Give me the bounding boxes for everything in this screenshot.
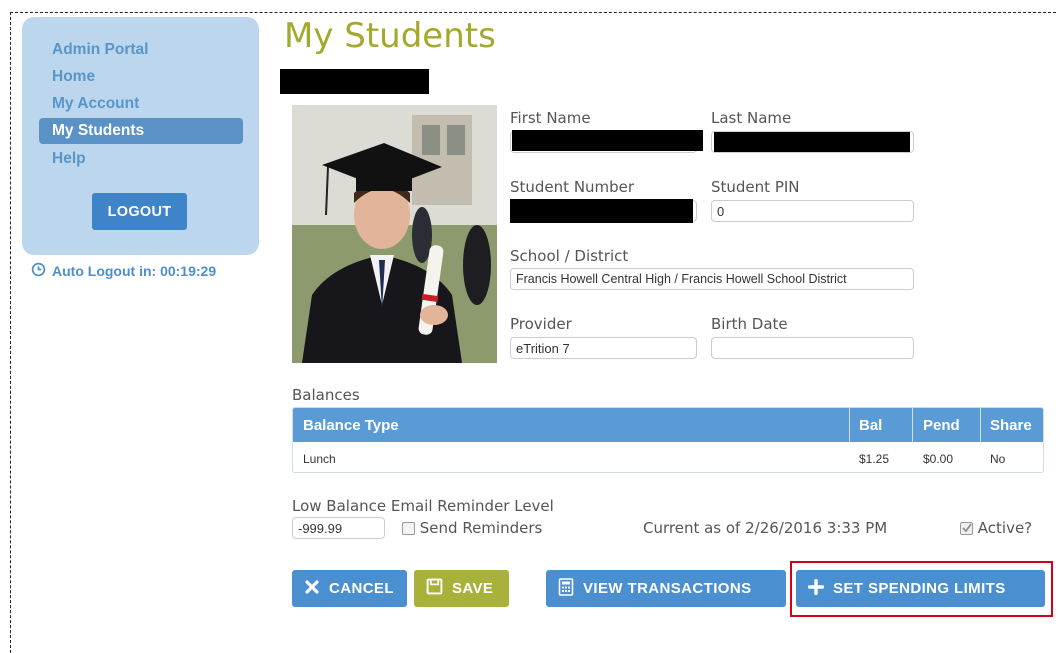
send-reminders-label: Send Reminders xyxy=(419,519,543,537)
student-number-label: Student Number xyxy=(510,178,635,196)
sidebar: Admin Portal Home My Account My Students… xyxy=(22,17,259,255)
sidebar-item-my-students[interactable]: My Students xyxy=(39,118,243,144)
school-district-field[interactable]: Francis Howell Central High / Francis Ho… xyxy=(510,268,914,290)
save-label: SAVE xyxy=(452,580,494,597)
student-pin-label: Student PIN xyxy=(711,178,800,196)
sidebar-item-help[interactable]: Help xyxy=(52,150,86,168)
calculator-icon xyxy=(558,577,574,600)
current-as-of-text: Current as of 2/26/2016 3:33 PM xyxy=(643,519,888,537)
page-title: My Students xyxy=(284,16,496,56)
save-icon xyxy=(426,578,443,599)
column-header-bal: Bal xyxy=(859,417,883,434)
clock-icon xyxy=(31,262,46,280)
close-icon xyxy=(304,579,320,599)
pend-cell: $0.00 xyxy=(923,452,954,466)
send-reminders-checkbox[interactable] xyxy=(402,522,415,535)
auto-logout-text: Auto Logout in: 00:19:29 xyxy=(52,263,217,279)
cancel-button[interactable]: CANCEL xyxy=(292,570,407,607)
table-header: Balance Type Bal Pend Share xyxy=(293,408,1043,442)
provider-field[interactable]: eTrition 7 xyxy=(510,337,697,359)
sidebar-item-label: My Students xyxy=(52,122,145,139)
sidebar-item-home[interactable]: Home xyxy=(52,68,95,86)
active-checkbox[interactable] xyxy=(960,522,973,535)
highlight-box xyxy=(790,561,1053,617)
birth-date-field[interactable] xyxy=(711,337,914,359)
redacted-student-name xyxy=(280,69,429,94)
balances-table: Balance Type Bal Pend Share Lunch $1.25 … xyxy=(292,407,1044,473)
column-header-pend: Pend xyxy=(923,417,960,434)
column-header-balance-type: Balance Type xyxy=(303,417,399,434)
first-name-label: First Name xyxy=(510,109,591,127)
active-toggle[interactable]: Active? xyxy=(960,519,1032,537)
auto-logout-timer: Auto Logout in: 00:19:29 xyxy=(31,262,216,280)
logout-button[interactable]: LOGOUT xyxy=(92,193,187,230)
column-header-share: Share xyxy=(990,417,1032,434)
send-reminders-toggle[interactable]: Send Reminders xyxy=(402,519,542,537)
active-label: Active? xyxy=(977,519,1033,537)
reminder-level-field[interactable]: -999.99 xyxy=(292,517,385,539)
sidebar-item-admin-portal[interactable]: Admin Portal xyxy=(52,41,148,59)
redacted-first-name xyxy=(512,130,703,151)
redacted-student-number xyxy=(510,199,693,223)
view-transactions-label: VIEW TRANSACTIONS xyxy=(583,580,752,597)
table-row[interactable]: Lunch $1.25 $0.00 No xyxy=(293,442,1043,472)
reminder-level-label: Low Balance Email Reminder Level xyxy=(292,497,554,515)
school-district-label: School / District xyxy=(510,247,629,265)
bal-cell: $1.25 xyxy=(859,452,890,466)
sidebar-item-my-account[interactable]: My Account xyxy=(52,95,139,113)
student-photo xyxy=(292,105,497,363)
birth-date-label: Birth Date xyxy=(711,315,788,333)
save-button[interactable]: SAVE xyxy=(414,570,509,607)
cancel-label: CANCEL xyxy=(329,580,394,597)
student-pin-field[interactable]: 0 xyxy=(711,200,914,222)
last-name-label: Last Name xyxy=(711,109,792,127)
balances-label: Balances xyxy=(292,386,360,404)
provider-label: Provider xyxy=(510,315,572,333)
share-cell: No xyxy=(990,452,1006,466)
redacted-last-name xyxy=(714,132,910,152)
view-transactions-button[interactable]: VIEW TRANSACTIONS xyxy=(546,570,786,607)
balance-type-cell: Lunch xyxy=(303,452,336,466)
